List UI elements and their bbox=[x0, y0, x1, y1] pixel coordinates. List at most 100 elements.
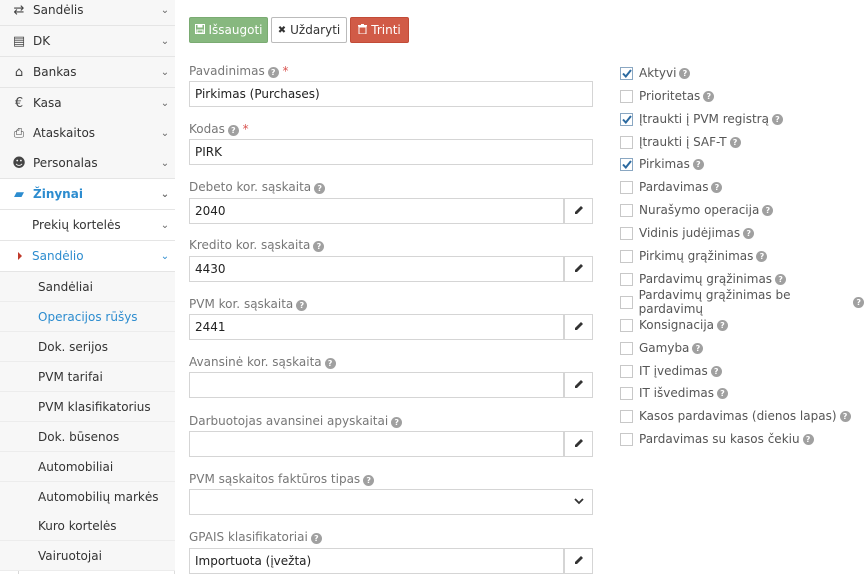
sidebar-item-personalas[interactable]: ☻ Personalas ⌄ bbox=[0, 148, 175, 179]
help-icon[interactable]: ? bbox=[310, 533, 322, 544]
darbuotojas-edit-button[interactable] bbox=[564, 431, 593, 457]
avansine-account-input[interactable] bbox=[189, 372, 564, 398]
checkbox-row[interactable]: Vidinis judėjimas? bbox=[620, 225, 755, 241]
sidebar-leaf-operacijos-rusys[interactable]: Operacijos rūšys bbox=[0, 302, 175, 332]
sidebar-leaf-automobiliai[interactable]: Automobiliai bbox=[0, 452, 175, 482]
checkbox-unchecked[interactable] bbox=[620, 272, 633, 286]
help-icon[interactable]: ? bbox=[391, 417, 403, 428]
checkbox-row[interactable]: Pardavimų grąžinimas be pardavimų? bbox=[620, 288, 864, 316]
sidebar-leaf-sandeliai[interactable]: Sandėliai bbox=[0, 272, 175, 302]
checkbox-unchecked[interactable] bbox=[620, 318, 633, 332]
help-icon[interactable]: ? bbox=[771, 113, 783, 125]
sidebar-leaf-dok-serijos[interactable]: Dok. serijos bbox=[0, 332, 175, 362]
kodas-input[interactable]: PIRK bbox=[189, 139, 593, 165]
checkbox-unchecked[interactable] bbox=[620, 226, 633, 240]
checkbox-unchecked[interactable] bbox=[620, 203, 633, 217]
sidebar-leaf-dok-busenos[interactable]: Dok. būsenos bbox=[0, 422, 175, 452]
avansine-edit-button[interactable] bbox=[564, 372, 593, 398]
checkbox-checked[interactable] bbox=[620, 157, 633, 171]
close-button[interactable]: ✖ Uždaryti bbox=[271, 17, 347, 43]
kredito-edit-button[interactable] bbox=[564, 256, 593, 282]
sidebar-item-zinynai[interactable]: ▰ Žinynai ⌄ bbox=[0, 179, 175, 210]
checkbox-row[interactable]: Pardavimas su kasos čekiu? bbox=[620, 431, 814, 447]
checkbox-checked[interactable] bbox=[620, 66, 633, 80]
checkbox-row[interactable]: Nurašymo operacija? bbox=[620, 202, 774, 218]
checkbox-unchecked[interactable] bbox=[620, 89, 633, 103]
checkbox-row[interactable]: IT įvedimas? bbox=[620, 363, 722, 379]
checkbox-checked[interactable] bbox=[620, 112, 633, 126]
help-icon[interactable]: ? bbox=[227, 125, 239, 136]
sidebar-item-kasa[interactable]: € Kasa ⌄ bbox=[0, 88, 175, 119]
sidebar-leaf-pvm-klasifikatorius[interactable]: PVM klasifikatorius bbox=[0, 392, 175, 422]
debeto-account-input[interactable]: 2040 bbox=[189, 198, 564, 224]
checkbox-unchecked[interactable] bbox=[620, 295, 633, 309]
help-icon[interactable]: ? bbox=[692, 158, 704, 170]
checkbox-row[interactable]: Pardavimas? bbox=[620, 179, 723, 195]
checkbox-unchecked[interactable] bbox=[620, 180, 633, 194]
help-icon[interactable]: ? bbox=[703, 90, 715, 102]
sidebar-subitem-prekiu-korteles[interactable]: Prekių kortelės ⌄ bbox=[0, 210, 175, 241]
help-icon[interactable]: ? bbox=[839, 410, 851, 422]
help-icon[interactable]: ? bbox=[313, 241, 325, 252]
checkbox-unchecked[interactable] bbox=[620, 432, 633, 446]
checkbox-unchecked[interactable] bbox=[620, 135, 633, 149]
sidebar-subitem-sandelio[interactable]: Sandėlio ⌄ bbox=[0, 241, 175, 272]
checkbox-row[interactable]: Konsignacija? bbox=[620, 317, 728, 333]
help-icon[interactable]: ? bbox=[729, 136, 741, 148]
help-icon[interactable]: ? bbox=[710, 365, 722, 377]
sidebar-leaf-vairuotojai[interactable]: Vairuotojai bbox=[0, 541, 175, 571]
help-icon[interactable]: ? bbox=[717, 387, 728, 399]
debeto-edit-button[interactable] bbox=[564, 198, 593, 224]
help-icon[interactable]: ? bbox=[756, 250, 768, 262]
sidebar-leaf-automobiliu-markes[interactable]: Automobilių markės bbox=[0, 482, 175, 512]
checkbox-unchecked[interactable] bbox=[620, 341, 633, 355]
help-icon[interactable]: ? bbox=[363, 475, 375, 486]
help-icon[interactable]: ? bbox=[717, 319, 728, 331]
checkbox-unchecked[interactable] bbox=[620, 249, 633, 263]
checkbox-row[interactable]: Įtraukti į SAF-T? bbox=[620, 134, 741, 150]
sidebar-item-bankas[interactable]: ⌂ Bankas ⌄ bbox=[0, 57, 175, 88]
saskaitos-tipas-select[interactable] bbox=[189, 489, 593, 515]
checkbox-row[interactable]: Pardavimų grąžinimas? bbox=[620, 271, 787, 287]
checkbox-row[interactable]: Kasos pardavimas (dienos lapas)? bbox=[620, 408, 851, 424]
help-icon[interactable]: ? bbox=[711, 181, 723, 193]
checkbox-unchecked[interactable] bbox=[620, 386, 633, 400]
sidebar-item-sandelis[interactable]: ⇄ Sandėlis ⌄ bbox=[0, 0, 175, 26]
checkbox-unchecked[interactable] bbox=[620, 409, 633, 423]
help-icon[interactable]: ? bbox=[853, 296, 864, 308]
checkbox-row[interactable]: Gamyba? bbox=[620, 340, 704, 356]
sidebar-leaf-pvm-tarifai[interactable]: PVM tarifai bbox=[0, 362, 175, 392]
pvm-account-input[interactable]: 2441 bbox=[189, 314, 564, 340]
required-marker: * bbox=[282, 64, 289, 78]
help-icon[interactable]: ? bbox=[314, 183, 326, 194]
sidebar-leaf-kuro-korteles[interactable]: Kuro kortelės bbox=[0, 511, 175, 541]
pavadinimas-input[interactable]: Pirkimas (Purchases) bbox=[189, 81, 593, 107]
delete-button[interactable]: Trinti bbox=[350, 17, 409, 43]
save-button[interactable]: Išsaugoti bbox=[189, 17, 268, 43]
help-icon[interactable]: ? bbox=[324, 358, 336, 369]
checkbox-row[interactable]: IT išvedimas? bbox=[620, 385, 728, 401]
checkbox-row[interactable]: Prioritetas? bbox=[620, 88, 715, 104]
sidebar-item-dk[interactable]: ▤ DK ⌄ bbox=[0, 26, 175, 57]
help-icon[interactable]: ? bbox=[692, 342, 704, 354]
help-icon[interactable]: ? bbox=[267, 67, 279, 78]
kredito-account-input[interactable]: 4430 bbox=[189, 256, 564, 282]
darbuotojas-input[interactable] bbox=[189, 431, 564, 457]
gpais-edit-button[interactable] bbox=[564, 548, 593, 574]
gpais-input[interactable]: Importuota (įvežta) bbox=[189, 548, 564, 574]
help-icon[interactable]: ? bbox=[296, 300, 308, 311]
checkbox-row[interactable]: Pirkimas? bbox=[620, 156, 704, 172]
checkbox-row[interactable]: Pirkimų grąžinimas? bbox=[620, 248, 768, 264]
pvm-edit-button[interactable] bbox=[564, 314, 593, 340]
help-icon[interactable]: ? bbox=[802, 433, 814, 445]
help-icon[interactable]: ? bbox=[762, 204, 774, 216]
sidebar-leaf-label: Automobiliai bbox=[38, 459, 114, 474]
checkbox-label: Pirkimų grąžinimas bbox=[639, 249, 754, 263]
help-icon[interactable]: ? bbox=[679, 67, 691, 79]
checkbox-unchecked[interactable] bbox=[620, 364, 633, 378]
checkbox-row[interactable]: Aktyvi? bbox=[620, 65, 691, 81]
help-icon[interactable]: ? bbox=[743, 227, 755, 239]
sidebar-item-ataskaitos[interactable]: ⎙ Ataskaitos ⌄ bbox=[0, 118, 175, 149]
help-icon[interactable]: ? bbox=[775, 273, 787, 285]
checkbox-row[interactable]: Įtraukti į PVM registrą? bbox=[620, 111, 783, 127]
